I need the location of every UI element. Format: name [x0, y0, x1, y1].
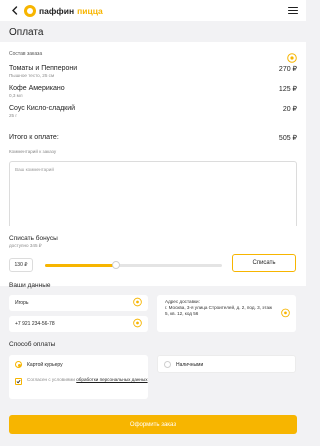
payment-cash-option[interactable]: Наличными — [157, 355, 296, 373]
order-item: Кофе Американо 0,3 мл 125 ₽ — [9, 85, 297, 98]
edit-icon[interactable] — [133, 318, 142, 330]
hamburger-icon[interactable] — [288, 6, 298, 15]
logo-word: паффин — [39, 5, 75, 16]
order-summary-card: Состав заказа Томаты и Пепперони Пышное … — [0, 42, 306, 246]
consent-text: Согласен с условиями — [27, 377, 75, 382]
item-name: Соус Кисло-сладкий — [9, 105, 76, 112]
item-details: 25 г — [9, 113, 18, 118]
top-bar: паффин пицца — [0, 0, 306, 21]
comment-label: Комментарий к заказу — [9, 149, 57, 154]
user-data-title: Ваши данные — [9, 282, 51, 289]
total-label: Итого к оплате: — [9, 134, 59, 141]
bonus-title: Списать бонусы — [9, 235, 58, 242]
name-field[interactable]: Игорь — [9, 295, 148, 311]
bonus-slider[interactable] — [45, 261, 222, 269]
apply-bonus-button[interactable]: Списать — [232, 254, 296, 272]
order-heading: Состав заказа — [9, 51, 43, 57]
item-details: 0,3 мл — [9, 93, 23, 98]
item-price: 270 ₽ — [278, 66, 297, 73]
radio-selected-icon — [15, 361, 22, 368]
slider-fill — [45, 264, 116, 267]
item-price: 20 ₽ — [282, 106, 297, 113]
item-details: Пышное тесто, 25 см — [9, 73, 55, 78]
item-name: Кофе Американо — [9, 85, 65, 92]
item-price: 125 ₽ — [278, 86, 297, 93]
item-name: Томаты и Пепперони — [9, 65, 78, 72]
page-title: Оплата — [9, 27, 44, 38]
bonus-available: доступно 345 ₽ — [9, 243, 42, 248]
phone-field[interactable]: +7 921 234-56-78 — [9, 316, 148, 332]
puffin-logo-icon — [24, 4, 36, 17]
address-field[interactable]: Адрес доставки: г. Москва, 3-я улица Стр… — [157, 295, 296, 332]
order-item: Соус Кисло-сладкий 25 г 20 ₽ — [9, 105, 297, 118]
bonus-amount-input[interactable]: 130 ₽ — [9, 258, 33, 272]
total-value: 505 ₽ — [278, 135, 297, 142]
payment-title: Способ оплаты — [9, 341, 56, 348]
brand-logo[interactable]: паффин пицца — [24, 4, 103, 17]
radio-cash[interactable]: Наличными — [164, 361, 203, 368]
bonus-section: Списать бонусы доступно 345 ₽ 130 ₽ Спис… — [0, 226, 306, 286]
chevron-left-icon[interactable] — [8, 5, 20, 17]
phone-value: +7 921 234-56-78 — [15, 321, 55, 327]
address-value: г. Москва, 3-я улица Строителей, д. 2, п… — [165, 305, 273, 317]
radio-unselected-icon — [164, 361, 171, 368]
order-total: Итого к оплате: 505 ₽ — [9, 134, 297, 142]
consent-link[interactable]: обработки персональных данных — [76, 377, 147, 382]
payment-card-option: Картой курьеру Согласен с условиями обра… — [9, 355, 148, 399]
place-order-button[interactable]: Оформить заказ — [9, 415, 297, 434]
radio-card[interactable]: Картой курьеру — [15, 361, 63, 368]
name-value: Игорь — [15, 300, 29, 306]
edit-icon[interactable] — [281, 308, 290, 319]
option-cash-label: Наличными — [176, 361, 204, 368]
logo-word-secondary: пицца — [77, 5, 103, 16]
edit-icon[interactable] — [133, 297, 142, 309]
order-item: Томаты и Пепперони Пышное тесто, 25 см 2… — [9, 65, 297, 78]
slider-thumb[interactable] — [111, 261, 120, 269]
consent-row: Согласен с условиями обработки персональ… — [15, 377, 148, 385]
option-card-label: Картой курьеру — [27, 361, 63, 368]
consent-checkbox[interactable] — [15, 377, 22, 385]
